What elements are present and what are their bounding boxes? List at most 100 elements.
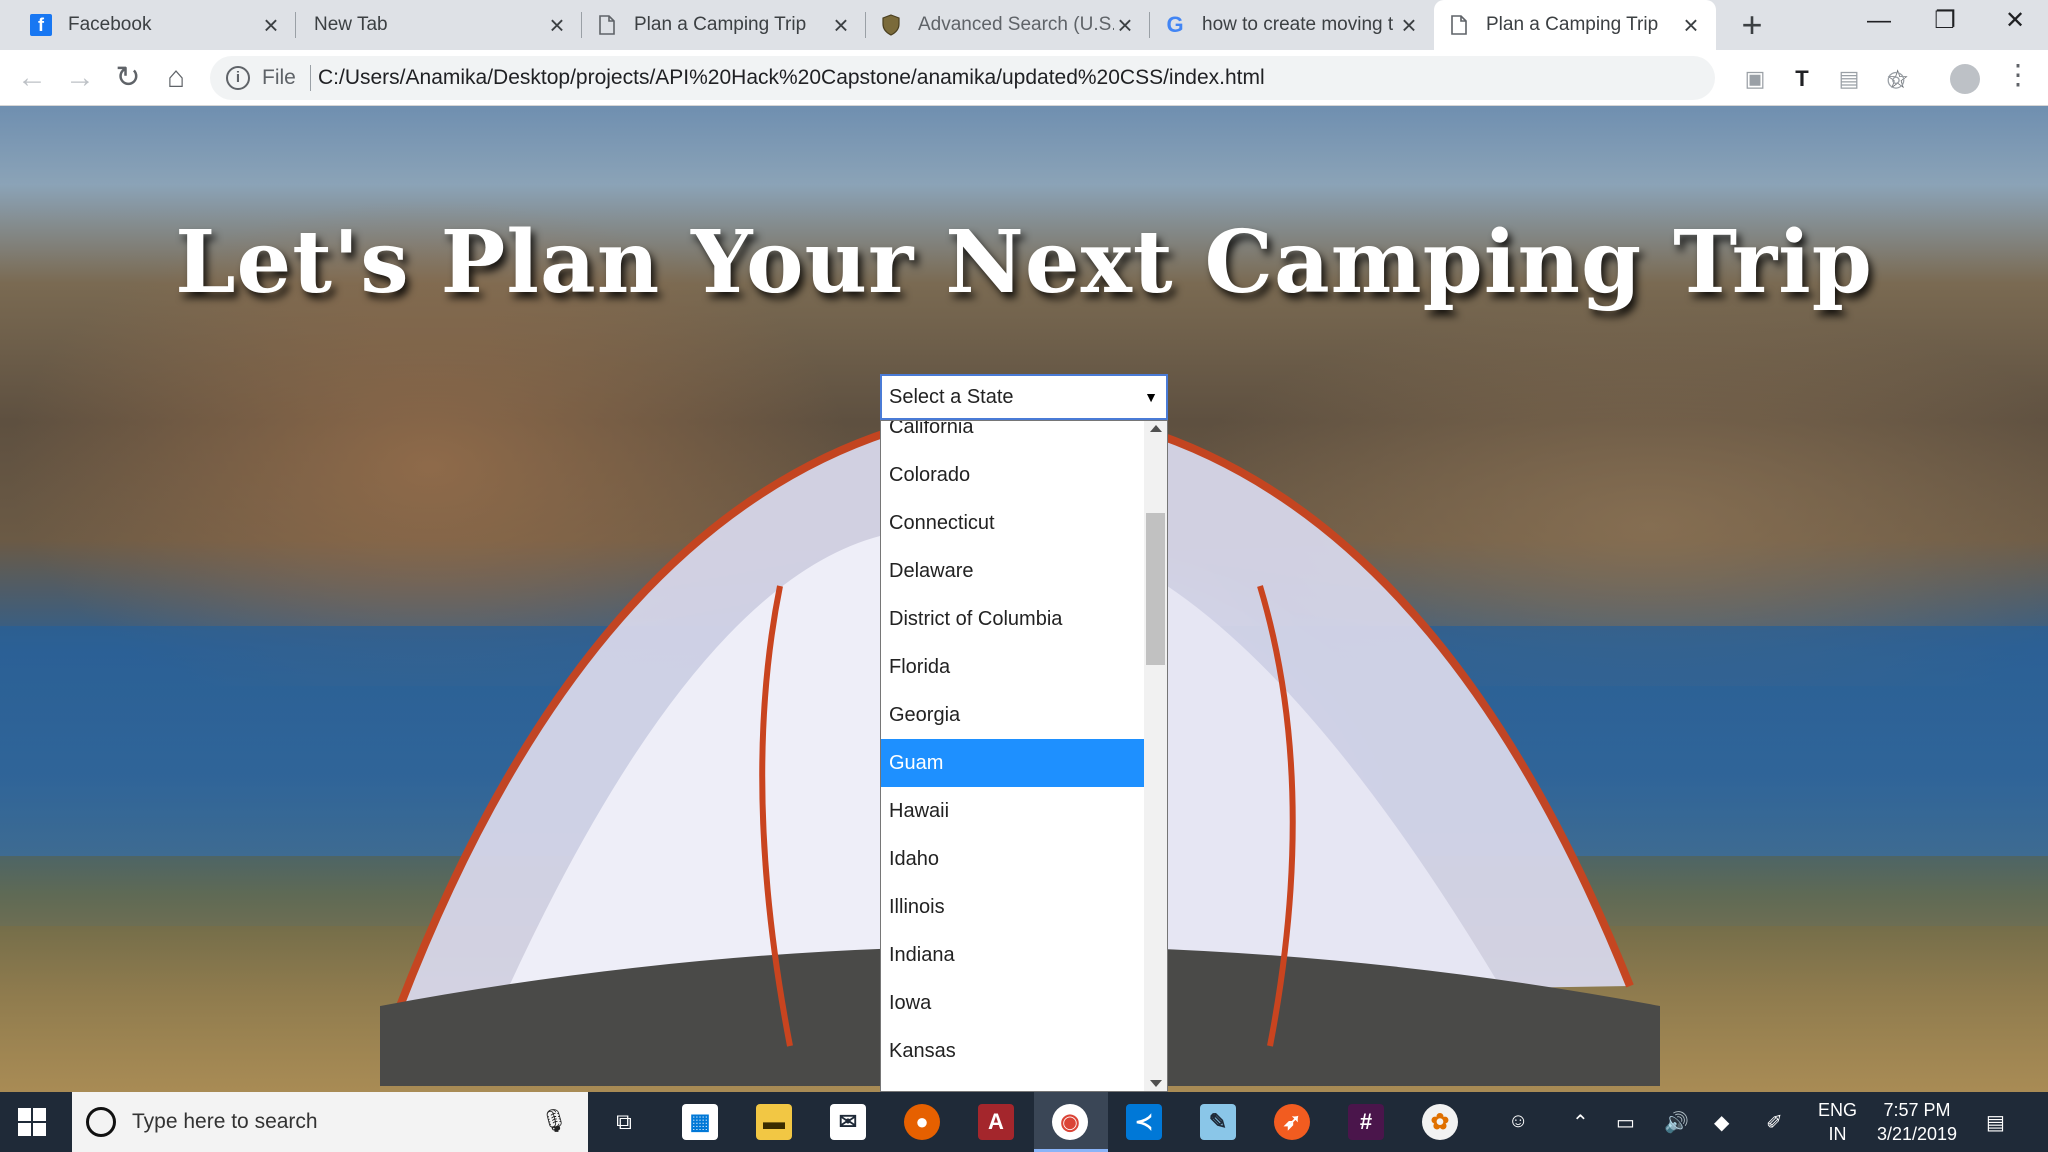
close-tab-icon[interactable]: ×: [1114, 12, 1136, 38]
tab-title: Plan a Camping Trip: [634, 14, 807, 35]
url-text[interactable]: C:/Users/Anamika/Desktop/projects/API%20…: [318, 66, 1265, 90]
compass-icon[interactable]: ➶: [1274, 1104, 1310, 1140]
dropdown-arrow-icon: ▼: [1144, 389, 1158, 405]
close-window-button[interactable]: ✕: [1982, 0, 2048, 46]
tab-title: New Tab: [314, 14, 388, 35]
taskbar-search-box[interactable]: Type here to search 🎙: [72, 1092, 588, 1152]
battery-icon[interactable]: ▭: [1616, 1110, 1635, 1135]
dropdown-option[interactable]: Kansas: [881, 1027, 1144, 1075]
new-tab-button[interactable]: +: [1732, 6, 1772, 46]
google-icon: G: [1166, 12, 1184, 37]
cortana-icon: [86, 1107, 116, 1137]
chrome-icon[interactable]: ◉: [1052, 1104, 1088, 1140]
search-placeholder: Type here to search: [132, 1110, 318, 1133]
tab-google-search[interactable]: G how to create moving t ×: [1150, 0, 1434, 50]
omnibox-divider: [310, 65, 311, 91]
access-icon[interactable]: A: [978, 1104, 1014, 1140]
scroll-up-icon[interactable]: [1150, 425, 1162, 432]
profile-avatar[interactable]: [1950, 64, 1980, 94]
tab-title: Facebook: [68, 14, 152, 35]
restore-button[interactable]: ❐: [1912, 0, 1978, 46]
scheme-label: File: [262, 66, 296, 89]
browser-toolbar: ← → ↻ ⌂ i File C:/Users/Anamika/Desktop/…: [0, 50, 2048, 106]
scrollbar-thumb[interactable]: [1146, 513, 1165, 665]
dropdown-option[interactable]: Iowa: [881, 979, 1144, 1027]
tab-title: how to create moving t: [1202, 14, 1394, 35]
microphone-icon[interactable]: 🎙: [540, 1108, 568, 1134]
volume-icon[interactable]: 🔊: [1664, 1110, 1689, 1135]
notepad-icon[interactable]: ✎: [1200, 1104, 1236, 1140]
file-explorer-icon[interactable]: ▬: [756, 1104, 792, 1140]
minimize-button[interactable]: —: [1846, 0, 1912, 46]
close-tab-icon[interactable]: ×: [260, 12, 282, 38]
tab-new-tab[interactable]: New Tab ×: [296, 0, 582, 50]
windows-start-icon[interactable]: [18, 1108, 46, 1136]
extension-icon[interactable]: ▣: [1740, 64, 1770, 94]
state-select[interactable]: Select a State ▼: [880, 374, 1168, 420]
notifications-icon[interactable]: ▤: [1986, 1110, 2005, 1135]
dropdown-option[interactable]: Delaware: [881, 547, 1144, 595]
clock-date: 3/21/2019: [1876, 1124, 1958, 1144]
info-icon[interactable]: i: [226, 66, 250, 90]
slack-icon[interactable]: #: [1348, 1104, 1384, 1140]
dropdown-option[interactable]: California: [881, 421, 1144, 451]
dropdown-option[interactable]: Connecticut: [881, 499, 1144, 547]
task-view-icon[interactable]: ⧉: [606, 1104, 642, 1140]
extension-icon[interactable]: ◎: [1881, 64, 1911, 94]
browser-tab-strip: f Facebook × New Tab × Plan a Camping Tr…: [0, 0, 2048, 50]
dropbox-icon[interactable]: ◆: [1714, 1110, 1729, 1135]
tab-facebook[interactable]: f Facebook ×: [16, 0, 296, 50]
show-hidden-icons-icon[interactable]: ⌃: [1572, 1110, 1589, 1135]
home-button[interactable]: ⌂: [156, 58, 196, 98]
select-placeholder: Select a State: [889, 386, 1014, 408]
language-indicator[interactable]: ENG IN: [1818, 1098, 1857, 1146]
close-tab-icon[interactable]: ×: [1398, 12, 1420, 38]
page-icon: [596, 14, 618, 36]
dropdown-scrollbar[interactable]: [1144, 421, 1167, 1091]
shield-icon: [880, 14, 902, 36]
menu-icon[interactable]: ⋮: [2004, 60, 2032, 90]
people-icon[interactable]: ☺: [1508, 1110, 1528, 1133]
forward-button[interactable]: →: [60, 58, 100, 98]
dropdown-option[interactable]: Colorado: [881, 451, 1144, 499]
language-code: ENG: [1818, 1100, 1858, 1120]
close-tab-icon[interactable]: ×: [830, 12, 852, 38]
address-bar[interactable]: i File C:/Users/Anamika/Desktop/projects…: [210, 56, 1909, 100]
dropdown-option[interactable]: Florida: [881, 643, 1144, 691]
dropdown-option[interactable]: Illinois: [881, 883, 1144, 931]
scroll-down-icon[interactable]: [1150, 1080, 1162, 1087]
system-clock[interactable]: 7:57 PM 3/21/2019: [1872, 1098, 1962, 1146]
dropdown-options: California Colorado Connecticut Delaware Dis…: [881, 421, 1144, 1075]
tab-title: Plan a Camping Trip: [1486, 14, 1659, 35]
state-dropdown-list[interactable]: California Colorado Connecticut Delaware Dis…: [880, 420, 1168, 1092]
extension-icon[interactable]: ▤: [1834, 64, 1864, 94]
paint-icon[interactable]: ✿: [1422, 1104, 1458, 1140]
vscode-icon[interactable]: ≺: [1126, 1104, 1162, 1140]
reload-button[interactable]: ↻: [108, 58, 148, 98]
region-code: IN: [1828, 1124, 1847, 1144]
pen-icon[interactable]: ✐: [1766, 1110, 1783, 1135]
dropdown-option[interactable]: District of Columbia: [881, 595, 1144, 643]
dropdown-option[interactable]: Indiana: [881, 931, 1144, 979]
mail-icon[interactable]: ✉: [830, 1104, 866, 1140]
page-icon: [1448, 14, 1470, 36]
back-button[interactable]: ←: [12, 58, 52, 98]
tab-plan-camping[interactable]: Plan a Camping Trip ×: [582, 0, 866, 50]
extension-icon[interactable]: T: [1787, 64, 1817, 94]
windows-taskbar: Type here to search 🎙 ⧉ ▦ ▬ ✉ ● A ◉ ≺ ✎ …: [0, 1092, 2048, 1152]
firefox-icon[interactable]: ●: [904, 1104, 940, 1140]
close-tab-icon[interactable]: ×: [546, 12, 568, 38]
clock-time: 7:57 PM: [1883, 1100, 1951, 1120]
close-tab-icon[interactable]: ×: [1680, 12, 1702, 38]
page-headline: Let's Plan Your Next Camping Trip: [175, 212, 1873, 313]
store-icon[interactable]: ▦: [682, 1104, 718, 1140]
dropdown-option[interactable]: Guam: [881, 739, 1144, 787]
facebook-icon: f: [30, 14, 52, 36]
tab-title: Advanced Search (U.S. N: [918, 14, 1114, 35]
tab-plan-camping-active[interactable]: Plan a Camping Trip ×: [1434, 0, 1716, 50]
dropdown-option[interactable]: Georgia: [881, 691, 1144, 739]
page-background: Let's Plan Your Next Camping Trip Select…: [0, 106, 2048, 1092]
dropdown-option[interactable]: Idaho: [881, 835, 1144, 883]
tab-advanced-search[interactable]: Advanced Search (U.S. N ×: [866, 0, 1150, 50]
dropdown-option[interactable]: Hawaii: [881, 787, 1144, 835]
